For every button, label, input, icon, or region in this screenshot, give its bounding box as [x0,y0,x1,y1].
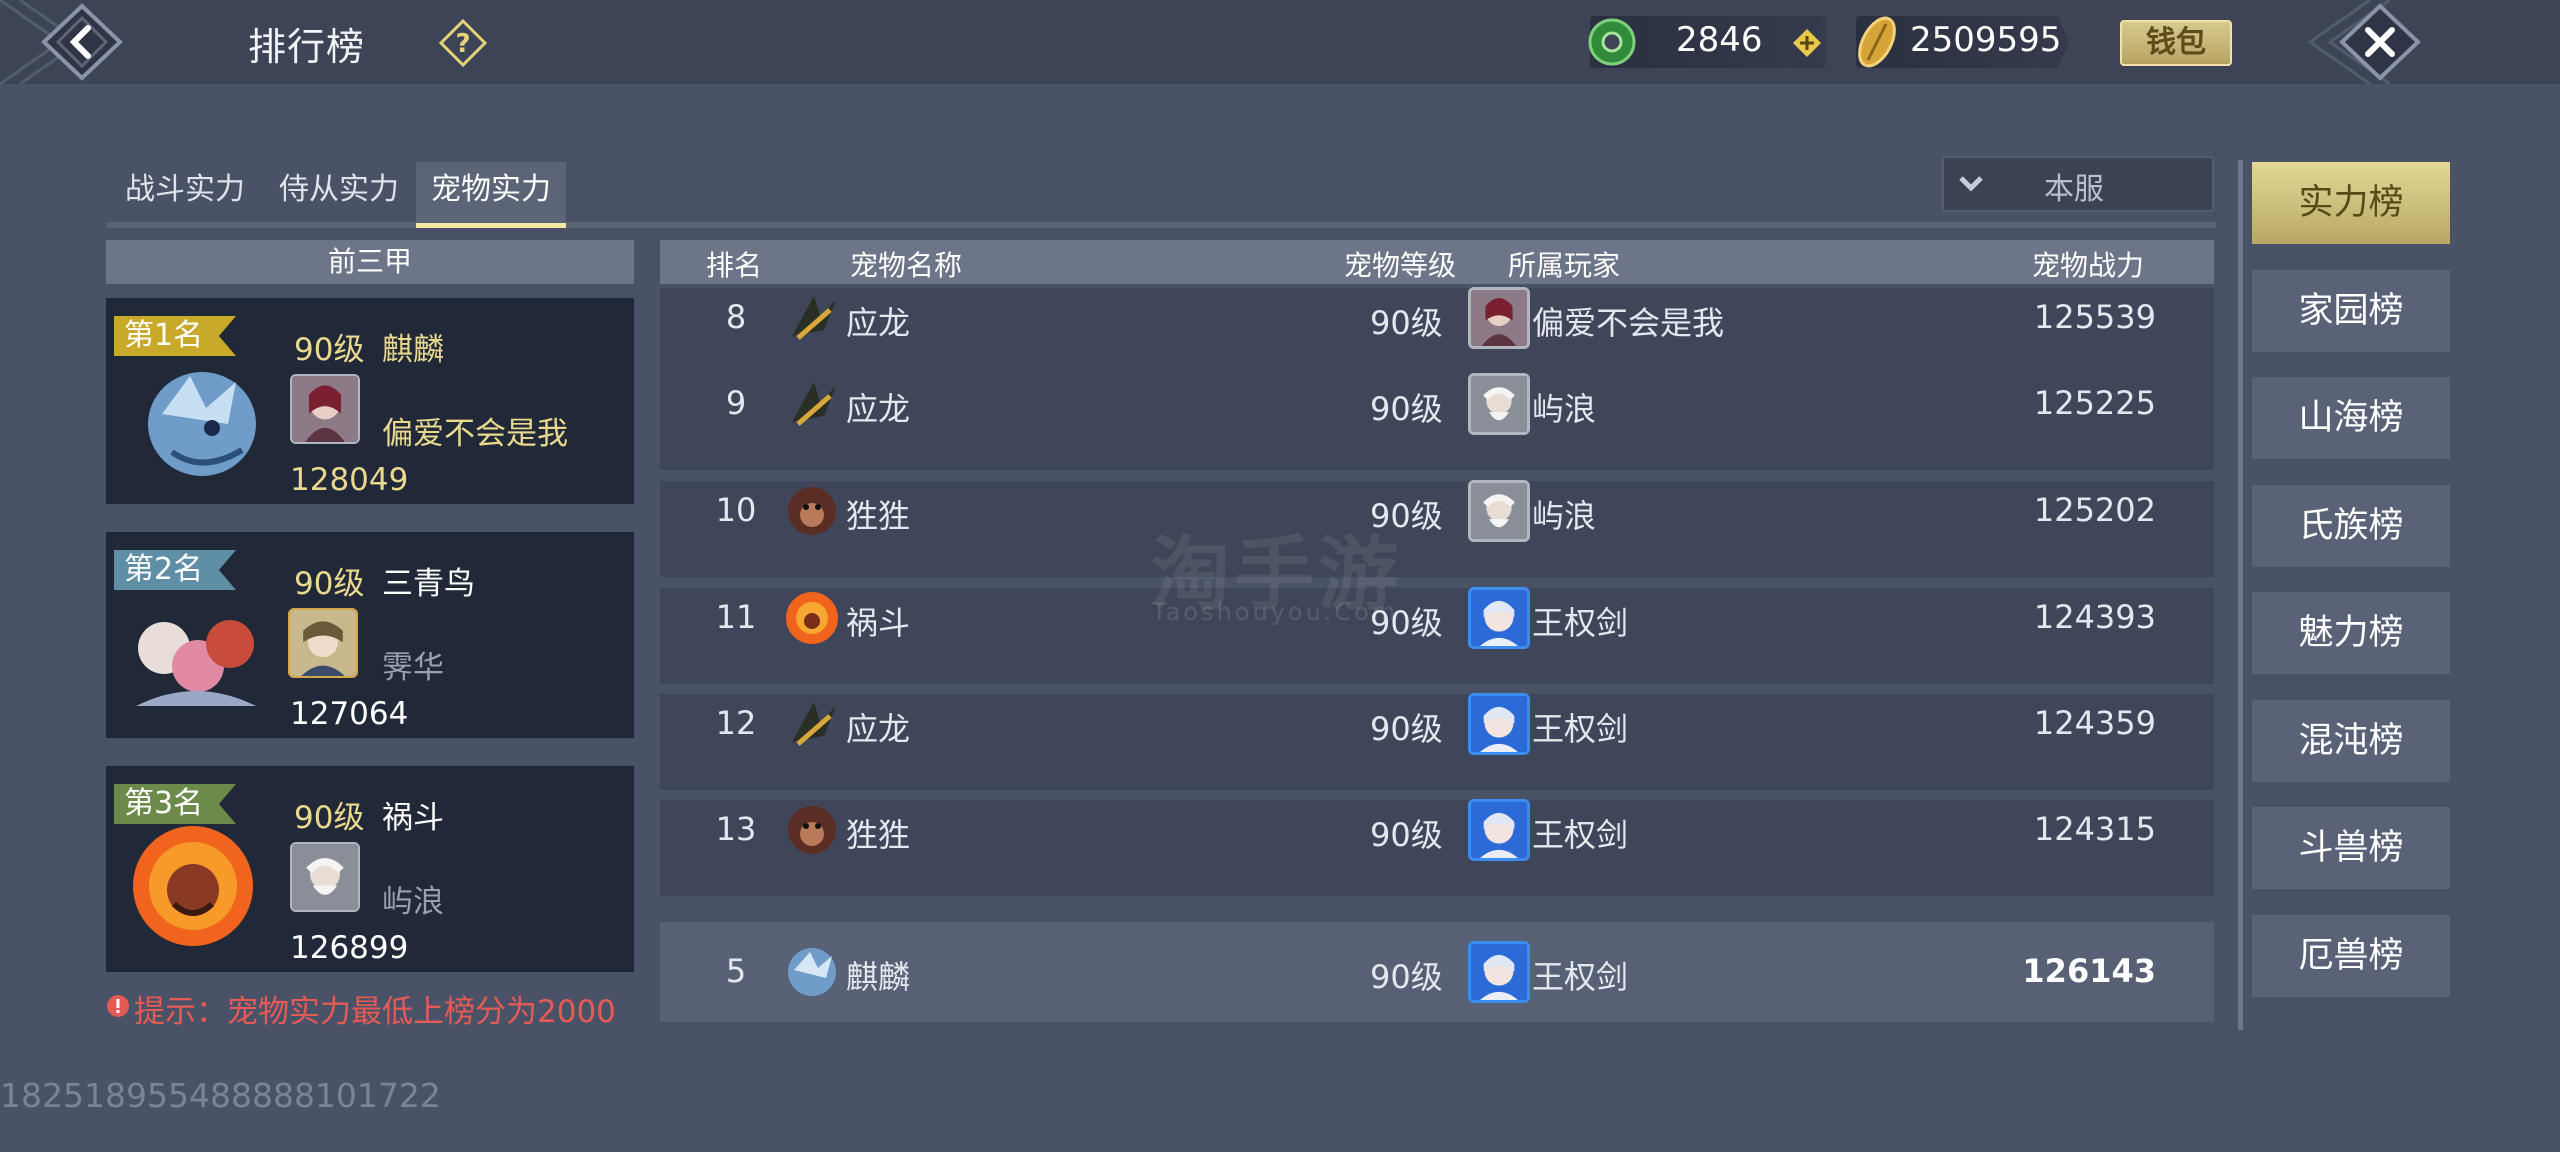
pet-level: 90级 [1370,710,1443,748]
watermark-url: Taoshouyou.Com [1152,598,1399,626]
owner-name: 王权剑 [1532,816,1629,854]
rank-list-button-1[interactable]: 实力榜 [2252,162,2450,244]
qilin-pet-portrait [148,372,256,476]
pet-name: 应龙 [846,710,911,748]
fire-beast-icon [786,592,838,644]
three-green-bird-portrait [136,620,256,706]
jade-icon [1588,18,1636,66]
min-score-tip: 提示：宠物实力最低上榜分为2000 [134,994,616,1030]
footer-id: 18251895548888810172​2 [0,1076,441,1115]
elder-avatar-icon[interactable] [1468,480,1530,542]
owner-name: 王权剑 [1532,604,1629,642]
rank-list-button-8[interactable]: 厄兽榜 [2252,915,2450,997]
pet-power: 125225 [2033,384,2156,422]
pet-name: 三青鸟 [382,566,475,602]
page-title: 排行榜 [248,25,366,69]
header-pet-level: 宠物等级 [1344,249,1457,282]
close-button[interactable] [2338,2,2422,82]
pet-power: 125202 [2033,491,2156,529]
pet-level: 90级 [294,566,365,602]
pet-power: 124359 [2033,704,2156,742]
pet-power: 126899 [290,930,409,966]
pet-name: 麒麟 [382,332,444,368]
svg-text:?: ? [455,29,470,59]
back-button[interactable] [40,2,124,82]
pet-name: 狌狌 [846,816,911,854]
pet-name: 狌狌 [846,497,911,535]
warning-icon [107,995,129,1017]
rank-list-button-4[interactable]: 氏族榜 [2252,485,2450,567]
swordsman-avatar-icon[interactable] [1468,587,1530,649]
help-icon[interactable]: ? [438,18,488,68]
fire-beast-pet-portrait [133,826,253,946]
add-currency-icon[interactable] [1792,28,1822,58]
wallet-button[interactable]: 钱包 [2120,20,2232,66]
header-owner: 所属玩家 [1508,249,1621,282]
player-name: 偏爱不会是我 [382,416,568,452]
elder-avatar-icon[interactable] [1468,373,1530,435]
qilin-icon [788,948,836,996]
rank-list-button-2[interactable]: 家园榜 [2252,270,2450,352]
dragon-icon [792,702,836,746]
tab-combat-power[interactable]: 战斗实力 [106,162,264,228]
pet-name: 应龙 [846,304,911,342]
player-name: 屿浪 [382,884,444,920]
tab-attendant-power[interactable]: 侍从实力 [264,162,414,228]
swordsman-avatar-icon[interactable] [1468,941,1530,1003]
rank-list-divider [2238,160,2243,1030]
rank-list-button-3[interactable]: 山海榜 [2252,377,2450,459]
pet-name: 祸斗 [846,604,911,642]
owner-name: 屿浪 [1532,497,1597,535]
swordsman-avatar-icon[interactable] [1468,693,1530,755]
top3-heading: 前三甲 [106,240,634,284]
pet-power: 124393 [2033,598,2156,636]
owner-name: 屿浪 [1532,390,1597,428]
pet-power: 127064 [290,696,409,732]
pet-name: 麒麟 [846,958,911,996]
male-avatar-icon[interactable] [288,608,358,678]
pet-name: 祸斗 [382,800,444,836]
pet-level: 90级 [1370,958,1443,996]
owner-name: 王权剑 [1532,958,1629,996]
swordsman-avatar-icon[interactable] [1468,799,1530,861]
pet-level: 90级 [1370,390,1443,428]
pet-power: 124315 [2033,810,2156,848]
header-pet-name: 宠物名称 [850,249,963,282]
owner-name: 王权剑 [1532,710,1629,748]
gold-amount: 2509595 [1910,20,2062,60]
pet-level: 90级 [1370,816,1443,854]
player-name: 霁华 [382,650,444,686]
rank-badge: 第1名 [114,316,236,356]
header-pet-power: 宠物战力 [2032,249,2145,282]
dragon-icon [792,296,836,340]
pet-name: 应龙 [846,390,911,428]
female-avatar-icon[interactable] [290,374,360,444]
elder-avatar-icon[interactable] [290,842,360,912]
ape-icon [788,806,836,854]
female-avatar-icon[interactable] [1468,287,1530,349]
pet-power: 126143 [2022,952,2156,990]
pet-level: 90级 [294,332,365,368]
pet-level: 90级 [1370,304,1443,342]
ape-icon [788,487,836,535]
header-rank: 排名 [706,249,763,282]
gold-leaf-icon [1858,16,1896,68]
rank-badge: 第2名 [114,550,236,590]
pet-power: 128049 [290,462,409,498]
rank-list-button-6[interactable]: 混沌榜 [2252,700,2450,782]
rank-list-button-5[interactable]: 魅力榜 [2252,592,2450,674]
owner-name: 偏爱不会是我 [1532,304,1725,342]
dragon-icon [792,382,836,426]
server-dropdown-value: 本服 [2044,172,2104,207]
chevron-down-icon [1959,176,1983,192]
pet-power: 125539 [2033,298,2156,336]
tab-pet-power[interactable]: 宠物实力 [416,162,566,228]
rank-list-button-7[interactable]: 斗兽榜 [2252,807,2450,889]
pet-level: 90级 [294,800,365,836]
jade-amount: 2846 [1676,20,1763,60]
